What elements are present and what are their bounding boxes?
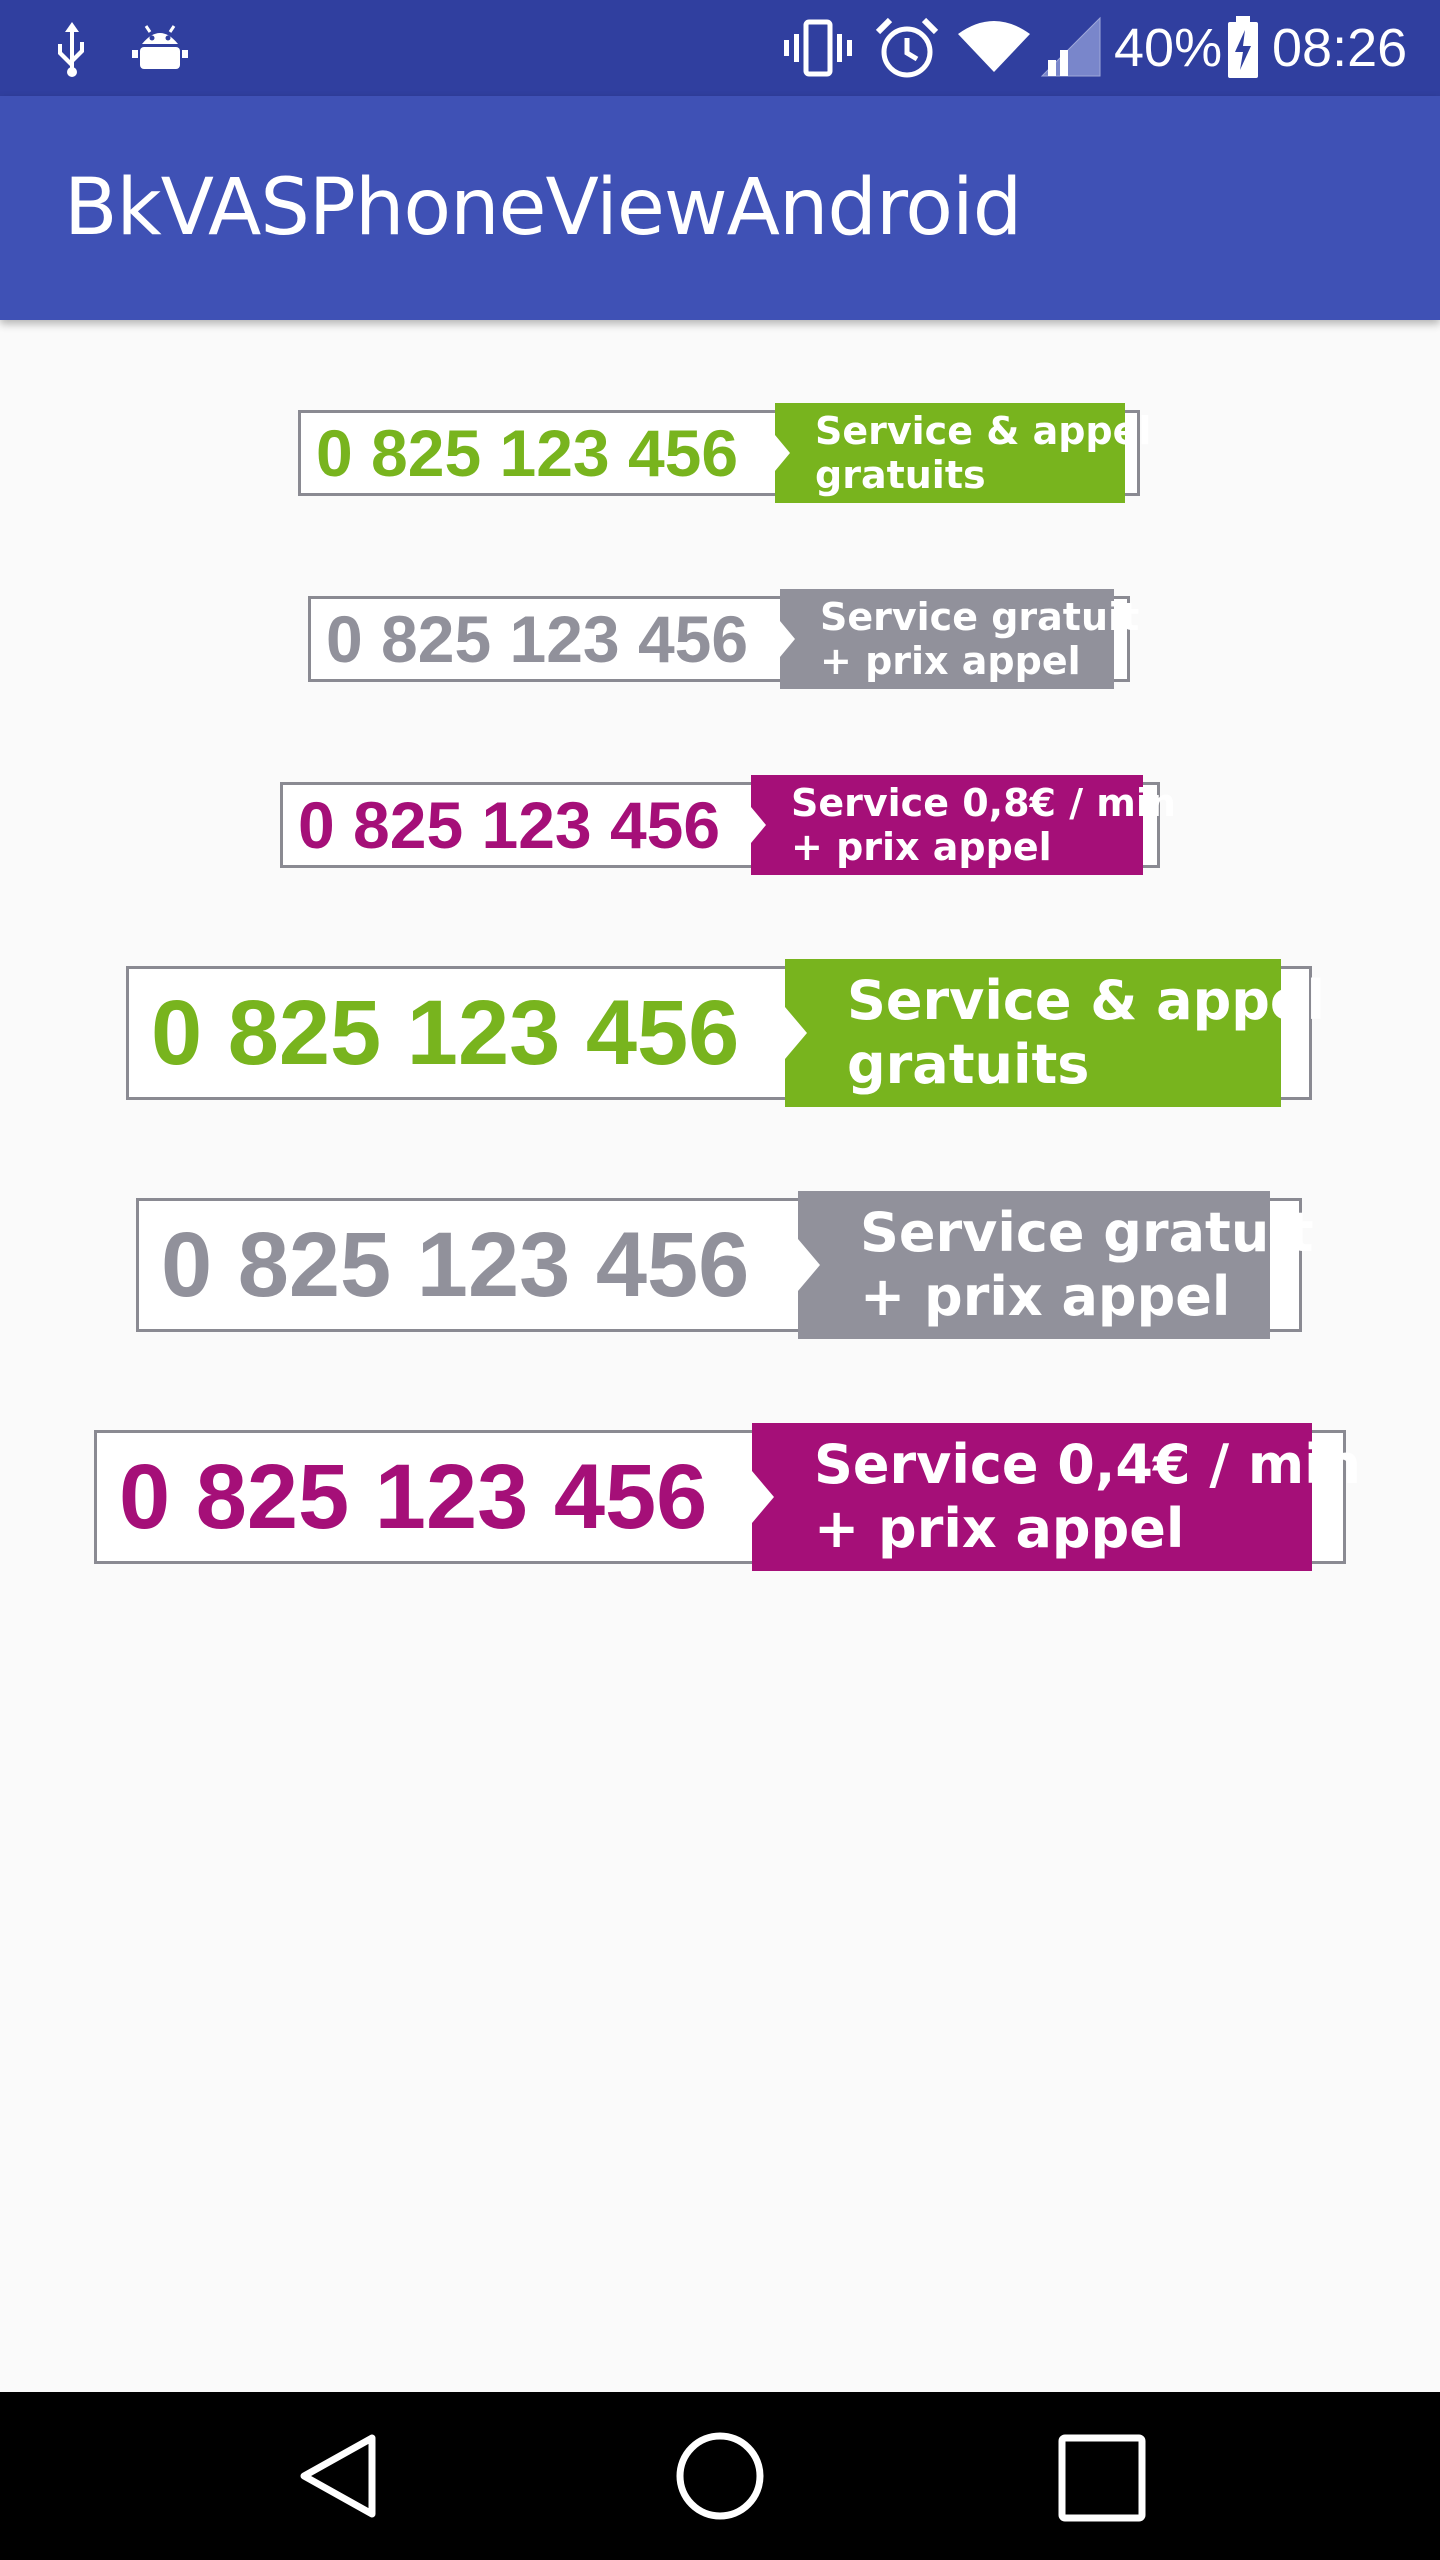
service-tag-line2: + prix appel xyxy=(860,1265,1231,1328)
phone-number: 0 825 123 456 xyxy=(298,788,721,862)
wifi-icon xyxy=(958,21,1030,72)
service-tag-line1: Service gratuit xyxy=(820,595,1140,639)
phone-number: 0 825 123 456 xyxy=(161,1213,750,1316)
service-tag-line1: Service 0,4€ / min xyxy=(814,1433,1362,1496)
service-tag-line1: Service 0,8€ / min xyxy=(791,781,1176,825)
service-tag-line1: Service & appel xyxy=(847,969,1326,1032)
phone-number: 0 825 123 456 xyxy=(151,981,740,1084)
vas-phone-item[interactable]: 0 825 123 456 Service 0,8€ / min + prix … xyxy=(280,775,1176,875)
service-tag: Service & appel gratuits xyxy=(775,403,1152,503)
phone-number: 0 825 123 456 xyxy=(316,416,739,490)
vas-phone-item[interactable]: 0 825 123 456 Service gratuit + prix app… xyxy=(136,1191,1314,1339)
vas-phone-item[interactable]: 0 825 123 456 Service & appel gratuits xyxy=(126,959,1325,1107)
service-tag-line2: + prix appel xyxy=(814,1497,1185,1560)
service-tag: Service 0,8€ / min + prix appel xyxy=(751,775,1176,875)
navigation-bar xyxy=(0,2392,1440,2560)
service-tag: Service 0,4€ / min + prix appel xyxy=(752,1423,1362,1571)
service-tag-line1: Service & appel xyxy=(815,409,1152,453)
home-icon[interactable] xyxy=(674,2430,766,2522)
vibrate-icon xyxy=(784,19,852,77)
recents-icon[interactable] xyxy=(1056,2432,1148,2524)
service-tag: Service & appel gratuits xyxy=(785,959,1326,1107)
service-tag-line2: gratuits xyxy=(847,1033,1090,1096)
android-debug-icon xyxy=(132,25,188,69)
usb-icon xyxy=(58,22,84,77)
battery-charging-icon xyxy=(1228,16,1258,78)
service-tag-line2: + prix appel xyxy=(791,825,1052,869)
vas-phone-item[interactable]: 0 825 123 456 Service & appel gratuits xyxy=(298,403,1151,503)
service-tag-line1: Service gratuit xyxy=(860,1201,1314,1264)
alarm-icon xyxy=(875,17,939,78)
vas-phone-item[interactable]: 0 825 123 456 Service 0,4€ / min + prix … xyxy=(94,1423,1361,1571)
service-tag: Service gratuit + prix appel xyxy=(798,1191,1314,1339)
service-tag-line2: + prix appel xyxy=(820,639,1081,683)
app-title: BkVASPhoneViewAndroid xyxy=(64,163,1022,253)
phone-number: 0 825 123 456 xyxy=(119,1445,708,1548)
vas-phone-item[interactable]: 0 825 123 456 Service gratuit + prix app… xyxy=(308,589,1139,689)
battery-percent: 40% xyxy=(1114,18,1223,78)
back-icon[interactable] xyxy=(292,2430,384,2522)
service-tag: Service gratuit + prix appel xyxy=(780,589,1140,689)
status-bar: 40% 08:26 xyxy=(0,0,1440,96)
clock: 08:26 xyxy=(1272,18,1408,78)
app-bar: BkVASPhoneViewAndroid xyxy=(0,96,1440,320)
phone-number: 0 825 123 456 xyxy=(326,602,749,676)
service-tag-line2: gratuits xyxy=(815,453,986,497)
signal-icon xyxy=(1040,16,1101,77)
